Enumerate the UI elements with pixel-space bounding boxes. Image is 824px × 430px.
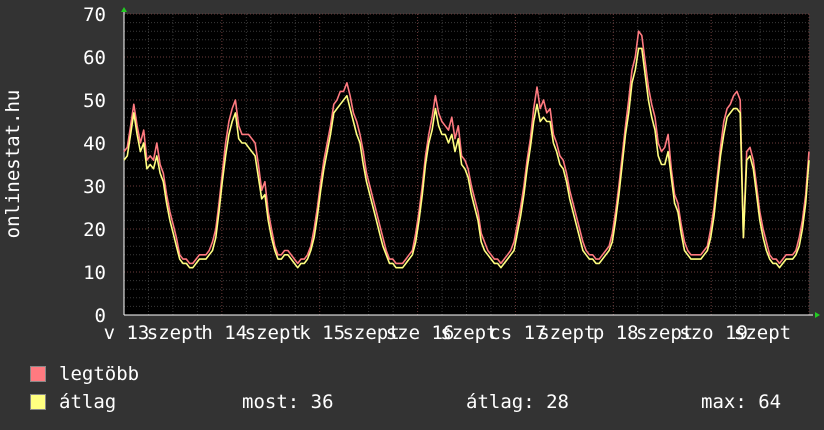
y-tick-label: 50 (83, 90, 106, 112)
x-tick-label: szept (147, 322, 204, 344)
legend-label-max: legtöbb (59, 363, 140, 385)
y-axis-label: onlinestat.hu (2, 90, 24, 239)
x-tick-label: k 15 (299, 322, 345, 344)
y-tick-label: 30 (83, 176, 106, 198)
x-axis-arrow (815, 312, 820, 318)
x-tick-label: szept (538, 322, 595, 344)
x-tick-label: szept (734, 322, 791, 344)
legend-swatch-avg (30, 394, 46, 410)
x-tick-label: v 13 (104, 322, 150, 344)
x-tick-label: p 18 (593, 322, 639, 344)
legend-swatch-max (30, 366, 46, 382)
legend-item-avg: átlag (30, 391, 116, 413)
x-tick-label: szept (245, 322, 302, 344)
y-axis-arrow (121, 7, 127, 12)
y-tick-label: 10 (83, 262, 106, 284)
stat-avg: átlag: 28 (466, 391, 569, 413)
legend-label-avg: átlag (59, 391, 117, 413)
stat-max: max: 64 (701, 391, 782, 413)
y-tick-label: 20 (83, 219, 106, 241)
legend-item-max: legtöbb (30, 363, 139, 385)
y-tick-label: 70 (83, 4, 106, 26)
stat-now: most: 36 (242, 391, 334, 413)
y-tick-label: 60 (83, 47, 106, 69)
y-tick-label: 40 (83, 133, 106, 155)
x-tick-label: h 14 (201, 322, 247, 344)
